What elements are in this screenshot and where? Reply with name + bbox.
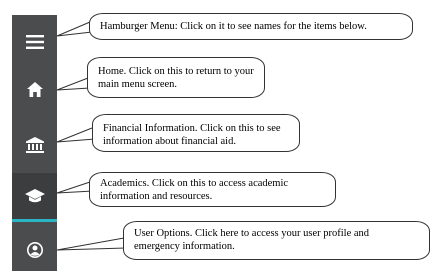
user-options-callout-text: User Options. Click here to access your … bbox=[134, 228, 370, 252]
financial-callout-text: Financial Information. Click on this to … bbox=[103, 123, 281, 147]
academics-callout-text: Academics. Click on this to access acade… bbox=[100, 178, 289, 202]
hamburger-callout-text: Hamburger Menu: Click on it to see names… bbox=[100, 21, 367, 32]
home-callout: Home. Click on this to return to your ma… bbox=[87, 57, 265, 98]
user-options-callout: User Options. Click here to access your … bbox=[123, 221, 430, 260]
academics-callout: Academics. Click on this to access acade… bbox=[89, 172, 336, 207]
home-callout-text: Home. Click on this to return to your ma… bbox=[98, 66, 254, 90]
hamburger-callout: Hamburger Menu: Click on it to see names… bbox=[89, 13, 413, 40]
financial-callout: Financial Information. Click on this to … bbox=[92, 114, 300, 152]
